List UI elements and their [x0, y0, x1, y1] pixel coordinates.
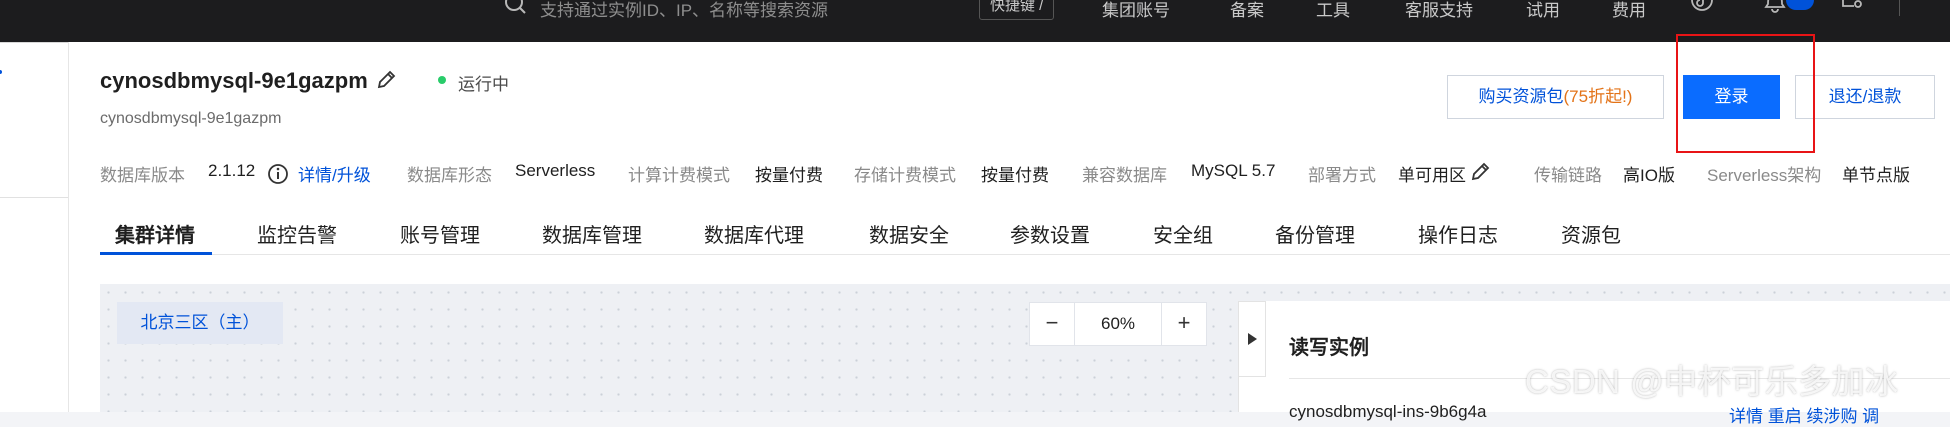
tab-operation-log[interactable]: 操作日志: [1418, 219, 1498, 248]
deploy-mode-label: 部署方式: [1308, 166, 1376, 185]
tab-parameters[interactable]: 参数设置: [1010, 219, 1090, 248]
compat-db-label: 兼容数据库: [1082, 166, 1167, 185]
db-version-value: 2.1.12: [208, 161, 256, 180]
refund-button[interactable]: 退还/退款: [1795, 75, 1935, 119]
region-tag[interactable]: 北京三区（主）: [117, 302, 283, 344]
active-tab-indicator: [100, 252, 212, 255]
tab-accounts[interactable]: 账号管理: [400, 219, 480, 248]
tab-data-security[interactable]: 数据安全: [869, 219, 949, 248]
serverless-arch-value: 单节点版: [1842, 166, 1910, 185]
db-version-label: 数据库版本: [100, 166, 185, 185]
notification-badge: [1786, 0, 1814, 10]
buy-package-button[interactable]: 购买资源包(75折起!): [1447, 75, 1664, 119]
deploy-mode-value: 单可用区: [1398, 166, 1466, 185]
nav-filing[interactable]: 备案: [1230, 0, 1264, 21]
transport-link-label: 传输链路: [1534, 166, 1602, 185]
tab-security-group[interactable]: 安全组: [1153, 219, 1213, 248]
db-form-value: Serverless: [515, 161, 596, 180]
left-rail: [0, 42, 69, 412]
highlight-annotation: [1676, 34, 1815, 153]
status-dot: [438, 76, 446, 84]
search-icon[interactable]: [505, 0, 527, 14]
rw-instance-title: 读写实例: [1289, 337, 1369, 359]
nav-trial[interactable]: 试用: [1526, 0, 1560, 21]
tab-resource-package[interactable]: 资源包: [1561, 219, 1621, 248]
search-shortcut-badge: 快捷键 /: [979, 0, 1055, 20]
topbar-divider: [1899, 0, 1900, 16]
tab-cluster-detail[interactable]: 集群详情: [115, 219, 195, 248]
zoom-in-button[interactable]: +: [1161, 303, 1206, 345]
rw-instance-actions[interactable]: 详情 重启 续涉购 调: [1729, 402, 1879, 427]
panel-collapse-toggle[interactable]: [1238, 301, 1266, 377]
compat-db-value: MySQL 5.7: [1191, 161, 1276, 180]
transport-link-value: 高IO版: [1623, 166, 1675, 185]
buy-package-label: 购买资源包: [1478, 87, 1564, 106]
page-title: cynosdbmysql-9e1gazpm: [100, 68, 368, 93]
tab-db-proxy[interactable]: 数据库代理: [704, 219, 804, 248]
bell-icon[interactable]: [1763, 0, 1787, 16]
tiktok-icon[interactable]: [1690, 0, 1714, 16]
tab-backup[interactable]: 备份管理: [1275, 219, 1355, 248]
compute-billing-value: 按量付费: [755, 166, 823, 185]
rw-instance-id[interactable]: cynosdbmysql-ins-9b6g4a: [1289, 402, 1487, 422]
tab-bar-divider: [100, 254, 1950, 255]
tab-monitoring[interactable]: 监控告警: [257, 219, 337, 248]
edit-name-icon[interactable]: [375, 69, 397, 91]
rail-divider: [0, 197, 68, 198]
info-icon[interactable]: [267, 163, 289, 185]
compute-billing-label: 计算计费模式: [628, 166, 730, 185]
instance-id: cynosdbmysql-9e1gazpm: [100, 110, 282, 127]
top-nav-bar: 支持通过实例ID、IP、名称等搜索资源 快捷键 / 集团账号 备案 工具 客服支…: [0, 0, 1950, 42]
nav-billing[interactable]: 费用: [1612, 0, 1646, 21]
nav-support[interactable]: 客服支持: [1405, 0, 1473, 21]
cart-icon[interactable]: [1840, 0, 1864, 16]
edit-deploy-icon[interactable]: [1469, 161, 1491, 183]
storage-billing-value: 按量付费: [981, 166, 1049, 185]
db-form-label: 数据库形态: [407, 166, 492, 185]
status-text: 运行中: [458, 75, 509, 94]
zoom-level: 60%: [1100, 314, 1136, 333]
watermark: CSDN @中杯可乐多加冰: [1525, 363, 1899, 400]
nav-tools[interactable]: 工具: [1316, 0, 1350, 21]
tab-db-management[interactable]: 数据库管理: [542, 219, 642, 248]
caret-right-icon: [1248, 333, 1257, 345]
serverless-arch-label: Serverless架构: [1707, 166, 1822, 185]
rail-top-border: [0, 42, 68, 43]
global-search-input[interactable]: 支持通过实例ID、IP、名称等搜索资源: [540, 0, 828, 21]
storage-billing-label: 存储计费模式: [854, 166, 956, 185]
rail-active-indicator: [0, 70, 2, 74]
nav-group-account[interactable]: 集团账号: [1102, 0, 1170, 21]
upgrade-link[interactable]: 详情/升级: [298, 161, 371, 186]
discount-label: (75折起!): [1563, 87, 1633, 106]
zoom-control: − 60% +: [1029, 302, 1207, 346]
zoom-out-button[interactable]: −: [1030, 303, 1075, 345]
